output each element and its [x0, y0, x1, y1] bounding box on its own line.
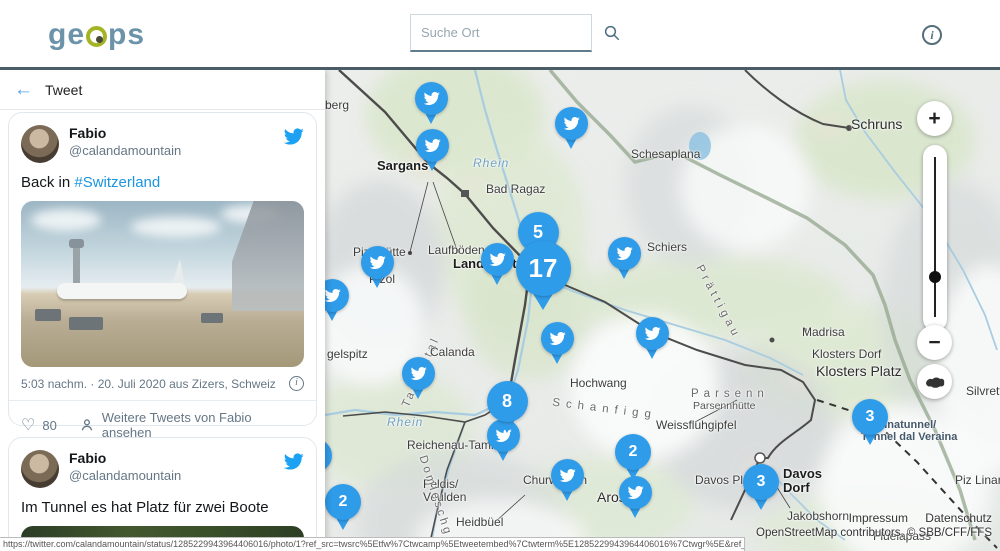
map-markers: 58223317	[325, 70, 1000, 551]
back-arrow-icon[interactable]: ←	[14, 80, 33, 99]
app-window: geps i ← Tweet Fabio @calandamountain	[0, 0, 1000, 551]
tweet-sidebar: ← Tweet Fabio @calandamountain Back in #…	[0, 70, 325, 551]
geops-logo[interactable]: geps	[48, 18, 145, 52]
tweet-author-handle[interactable]: @calandamountain	[69, 143, 283, 160]
search-input[interactable]	[411, 25, 603, 40]
more-tweets-link[interactable]: Weitere Tweets von Fabio ansehen	[102, 410, 304, 440]
tweet-marker[interactable]	[608, 237, 641, 270]
fit-extent-button[interactable]	[917, 364, 952, 399]
search-icon[interactable]	[603, 24, 621, 42]
tweet-author-handle[interactable]: @calandamountain	[69, 468, 283, 485]
twitter-logo-icon[interactable]	[283, 126, 304, 147]
like-count: 80	[42, 418, 56, 433]
cluster-marker[interactable]: 2	[325, 484, 361, 520]
sidebar-title: Tweet	[45, 82, 82, 98]
tweet-card[interactable]: Fabio @calandamountain Back in #Switzerl…	[8, 112, 317, 426]
tweet-card[interactable]: Fabio @calandamountain Im Tunnel es hat …	[8, 437, 317, 551]
tweet-marker[interactable]	[636, 317, 669, 350]
twitter-logo-icon[interactable]	[283, 451, 304, 472]
datenschutz-link[interactable]: Datenschutz	[925, 511, 992, 525]
person-icon	[79, 417, 95, 433]
zoom-slider-thumb[interactable]	[929, 271, 941, 283]
copyright-text: OpenStreetMap contributors, © SBB/CFF/FF…	[756, 527, 992, 539]
cluster-marker[interactable]: 3	[852, 399, 888, 435]
zoom-slider-track	[934, 157, 936, 317]
tweet-marker[interactable]	[325, 439, 332, 472]
info-icon[interactable]: i	[922, 25, 942, 45]
cluster-marker[interactable]: 3	[743, 464, 779, 500]
sidebar-header: ← Tweet	[0, 70, 325, 110]
tweet-text: Im Tunnel es hat Platz für zwei Boote	[21, 499, 304, 516]
hashtag-link[interactable]: #Switzerland	[74, 174, 160, 191]
zoom-slider[interactable]	[923, 145, 947, 331]
tweet-marker[interactable]	[361, 246, 394, 279]
tweet-marker[interactable]	[402, 357, 435, 390]
tweet-marker[interactable]	[415, 82, 448, 115]
tweet-marker[interactable]	[416, 129, 449, 162]
header-bar: geps i	[0, 0, 1000, 70]
tweet-marker[interactable]	[541, 322, 574, 355]
avatar[interactable]	[21, 125, 59, 163]
tweet-marker[interactable]	[551, 459, 584, 492]
tweet-author-name[interactable]: Fabio	[69, 125, 283, 143]
map-attribution: Impressum Datenschutz OpenStreetMap cont…	[756, 511, 992, 539]
cluster-marker[interactable]: 8	[487, 381, 528, 422]
country-shape-icon	[924, 375, 946, 389]
tweet-meta: 5:03 nachm. · 20. Juli 2020 aus Zizers, …	[21, 377, 289, 391]
logo-text-left: ge	[48, 18, 85, 52]
tweet-info-icon[interactable]: i	[289, 376, 304, 391]
cluster-marker[interactable]: 17	[516, 241, 571, 296]
link-status-bar: https://twitter.com/calandamountain/stat…	[0, 537, 745, 551]
logo-text-right: ps	[108, 18, 145, 52]
zoom-in-button[interactable]: +	[917, 101, 952, 136]
impressum-link[interactable]: Impressum	[849, 511, 908, 525]
tweet-author-name[interactable]: Fabio	[69, 450, 283, 468]
avatar[interactable]	[21, 450, 59, 488]
like-icon[interactable]: ♡	[21, 415, 35, 435]
cluster-marker[interactable]: 2	[615, 434, 651, 470]
map-canvas[interactable]: rbergSargansRheinBad RagazSchesaplanaSch…	[325, 70, 1000, 551]
search-box	[410, 14, 592, 52]
tweet-marker[interactable]	[481, 243, 514, 276]
logo-o-icon	[86, 26, 107, 47]
tweet-text: Back in #Switzerland	[21, 174, 304, 191]
tweet-photo[interactable]	[21, 201, 304, 367]
tweet-marker[interactable]	[555, 107, 588, 140]
tweet-marker[interactable]	[619, 476, 652, 509]
tweet-marker[interactable]	[325, 279, 349, 312]
zoom-out-button[interactable]: −	[917, 325, 952, 360]
